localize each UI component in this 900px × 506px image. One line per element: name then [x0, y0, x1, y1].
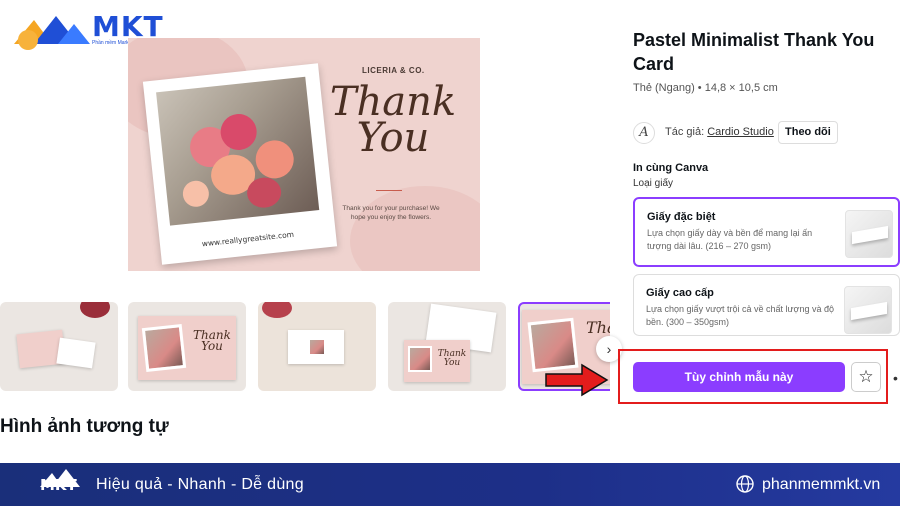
follow-button[interactable]: Theo dõi — [778, 121, 838, 144]
option-title: Giấy cao cấp — [646, 287, 714, 299]
decor-blob — [350, 186, 480, 271]
paper-type-label: Loại giấy — [633, 178, 674, 189]
card-heading: Thank You — [329, 79, 457, 161]
thumbnail-strip: Thank You Thank You Tha — [0, 302, 610, 392]
print-heading: In cùng Canva — [633, 162, 709, 174]
template-preview[interactable]: www.reallygreatsite.com LICERIA & CO. Th… — [128, 38, 480, 271]
arrow-right-icon — [545, 363, 609, 397]
footer-tagline: Hiệu quả - Nhanh - Dễ dùng — [96, 476, 304, 493]
paper-option-special[interactable]: Giấy đặc biệt Lựa chọn giấy dày và bền đ… — [633, 197, 900, 267]
footer-logo-text: MKT — [40, 476, 77, 494]
avatar[interactable]: A — [633, 122, 655, 144]
paper-sample-image — [845, 210, 893, 258]
footer-banner: MKT Hiệu quả - Nhanh - Dễ dùng phanmemmk… — [0, 463, 900, 506]
footer-website[interactable]: phanmemmkt.vn — [762, 476, 880, 494]
thumbnail[interactable] — [258, 302, 376, 391]
author-label: Tác giả: Cardio Studio — [665, 126, 774, 138]
thumbnail-text: Tha — [586, 318, 610, 337]
polaroid-frame: www.reallygreatsite.com — [142, 63, 338, 265]
card-message: Thank you for your purchase! We hope you… — [342, 205, 440, 221]
thumbnail[interactable] — [0, 302, 118, 391]
author-prefix: Tác giả: — [665, 126, 705, 138]
similar-images-heading: Hình ảnh tương tự — [0, 416, 169, 437]
author-row: A Tác giả: Cardio Studio Theo dõi — [633, 121, 893, 145]
paper-option-premium[interactable]: Giấy cao cấp Lựa chọn giấy vượt trội cả … — [633, 274, 900, 336]
card-brand: LICERIA & CO. — [362, 66, 425, 75]
customize-template-button[interactable]: Tùy chỉnh mẫu này — [633, 362, 845, 392]
thumbnail[interactable]: Thank You — [128, 302, 246, 391]
more-icon[interactable]: • — [893, 370, 898, 386]
option-description: Lựa chọn giấy vượt trội cả về chất lượng… — [646, 304, 834, 327]
flower-photo — [156, 76, 320, 226]
author-link[interactable]: Cardio Studio — [707, 126, 774, 138]
option-description: Lựa chọn giấy dày và bền để mang lại ấn … — [647, 228, 813, 251]
thumbnail-text: Thank You — [193, 328, 231, 353]
star-icon[interactable]: ☆ — [851, 362, 881, 392]
product-title: Pastel Minimalist Thank You Card — [633, 30, 875, 74]
logo-mark-icon — [14, 16, 90, 50]
product-dimensions: Thẻ (Ngang) • 14,8 × 10,5 cm — [633, 82, 778, 94]
card-url: www.reallygreatsite.com — [201, 229, 295, 249]
thumbnail[interactable]: Thank You — [388, 302, 506, 391]
option-title: Giấy đặc biệt — [647, 211, 716, 223]
paper-sample-image — [844, 286, 892, 334]
globe-icon — [736, 475, 754, 493]
divider — [376, 190, 402, 191]
thumbnail-text: Thank You — [437, 349, 467, 368]
